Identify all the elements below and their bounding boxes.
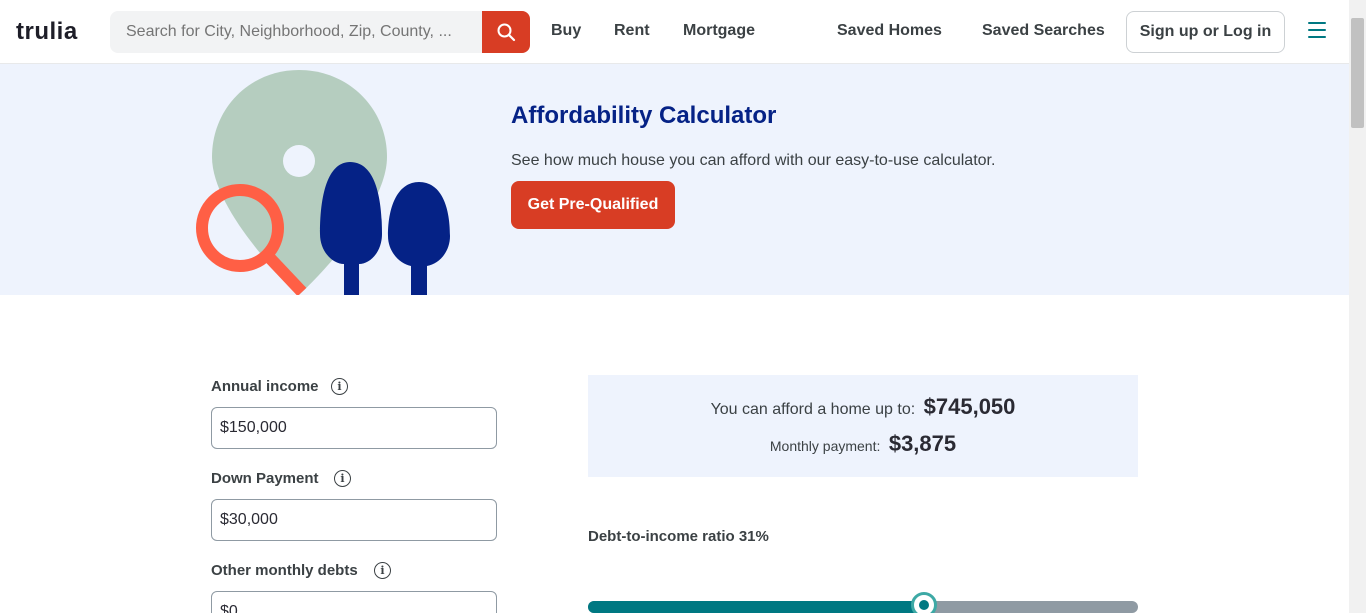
annual-income-label: Annual income: [211, 378, 319, 395]
down-payment-label: Down Payment: [211, 470, 319, 487]
page-scrollbar[interactable]: [1349, 0, 1366, 613]
afford-label: You can afford a home up to:: [710, 401, 916, 418]
nav-buy[interactable]: Buy: [551, 22, 581, 40]
search-bar: [110, 11, 530, 53]
debt-to-income-label: Debt-to-income ratio 31%: [588, 528, 769, 545]
nav-saved-homes[interactable]: Saved Homes: [837, 22, 942, 40]
scrollbar-thumb[interactable]: [1351, 18, 1364, 128]
dti-slider-track[interactable]: [588, 592, 1138, 613]
annual-income-info-icon[interactable]: i: [331, 378, 348, 395]
other-monthly-debts-label: Other monthly debts: [211, 562, 358, 579]
other-monthly-debts-input[interactable]: [211, 591, 497, 613]
dti-slider-fill: [588, 601, 924, 613]
dti-slider-handle[interactable]: [910, 592, 937, 613]
search-input[interactable]: [110, 11, 483, 53]
hero-banner: Affordability Calculator See how much ho…: [0, 64, 1349, 295]
signup-login-button[interactable]: Sign up or Log in: [1126, 11, 1285, 53]
trulia-logo[interactable]: trulia: [16, 18, 78, 46]
map-pin-trees-illustration: [196, 70, 450, 295]
dti-slider-handle-dot: [918, 600, 929, 610]
page-title: Affordability Calculator: [511, 102, 777, 129]
nav-rent[interactable]: Rent: [614, 22, 650, 40]
down-payment-input[interactable]: [211, 499, 497, 541]
nav-mortgage[interactable]: Mortgage: [683, 22, 755, 40]
afford-line: You can afford a home up to: $745,050: [588, 394, 1138, 420]
down-payment-info-icon[interactable]: i: [334, 470, 351, 487]
monthly-payment-line: Monthly payment: $3,875: [588, 431, 1138, 457]
page-subtitle: See how much house you can afford with o…: [511, 152, 996, 169]
other-monthly-debts-info-icon[interactable]: i: [374, 562, 391, 579]
annual-income-input[interactable]: [211, 407, 497, 449]
nav-saved-searches[interactable]: Saved Searches: [982, 22, 1105, 40]
afford-value: $745,050: [923, 394, 1016, 419]
search-button[interactable]: [482, 11, 530, 53]
hamburger-menu-icon[interactable]: [1308, 22, 1326, 38]
affordability-result-box: You can afford a home up to: $745,050 Mo…: [588, 375, 1138, 477]
search-icon: [497, 23, 516, 42]
monthly-payment-label: Monthly payment:: [769, 438, 881, 454]
get-prequalified-button[interactable]: Get Pre-Qualified: [511, 181, 675, 229]
monthly-payment-value: $3,875: [888, 431, 957, 456]
site-header: trulia Buy Rent Mortgage Saved Homes Sav…: [0, 0, 1349, 64]
